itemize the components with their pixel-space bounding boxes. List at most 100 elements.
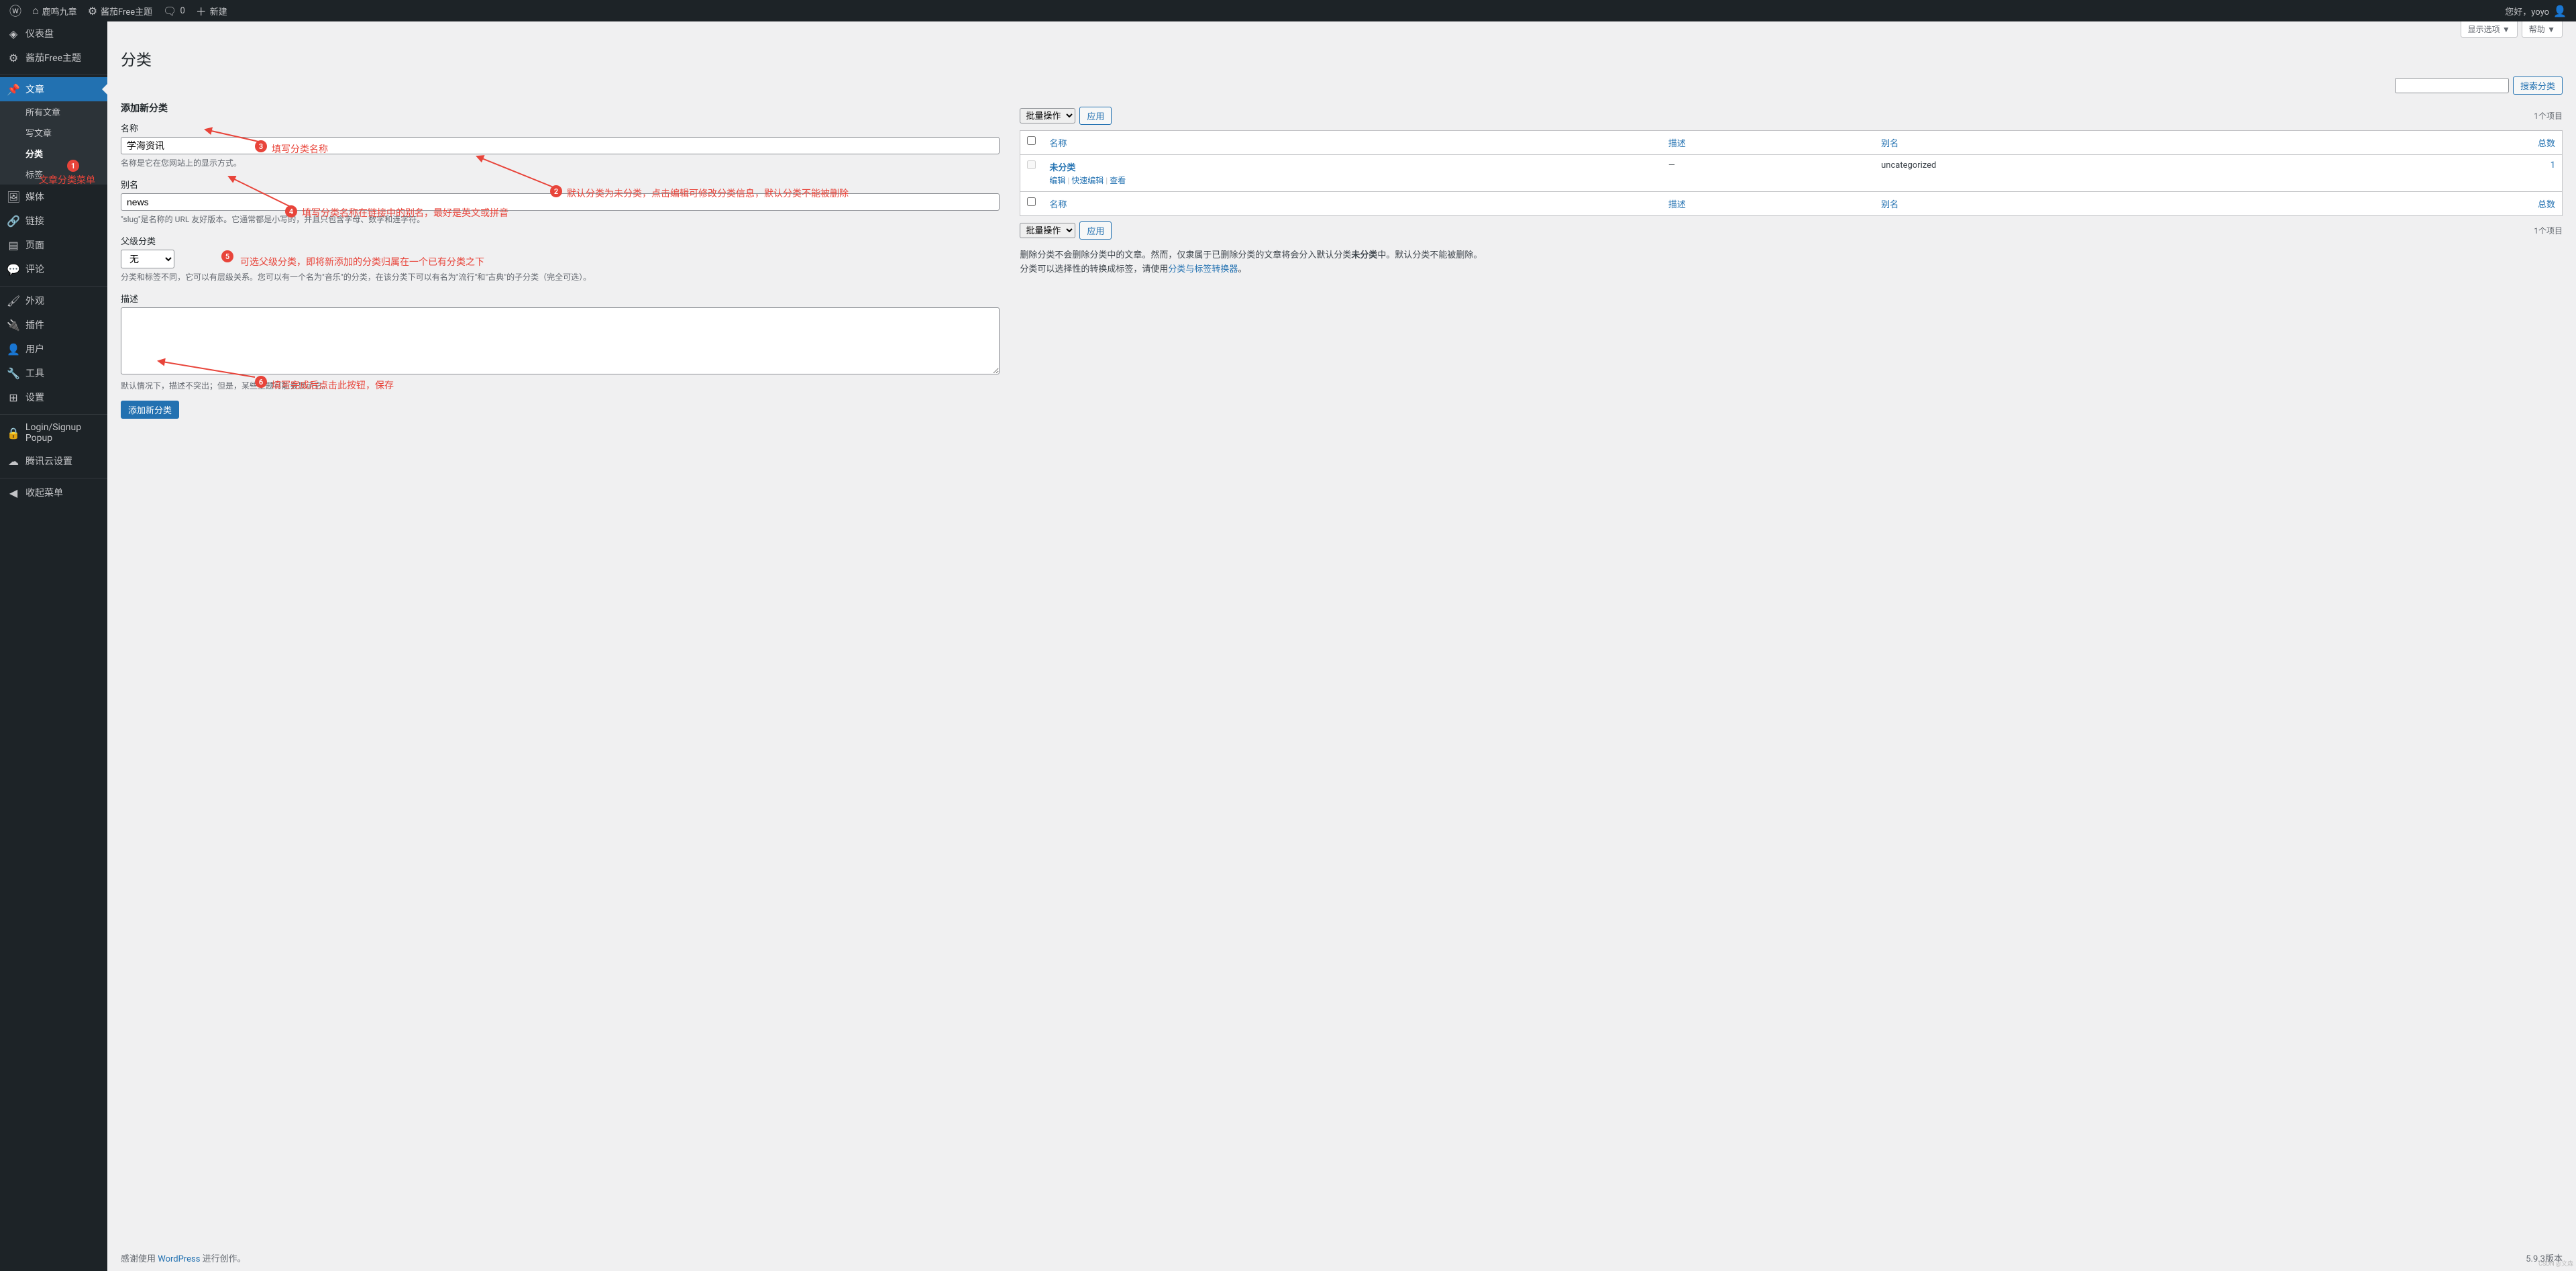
- admin-sidebar: ◈仪表盘 ⚙酱茄Free主题 📌文章 所有文章 写文章 分类 标签 🖼媒体 🔗链…: [0, 21, 107, 1271]
- bulk-action-select-top[interactable]: 批量操作: [1020, 108, 1075, 123]
- apply-button-top[interactable]: 应用: [1079, 107, 1112, 125]
- col-desc[interactable]: 描述: [1668, 139, 1686, 149]
- menu-users[interactable]: 👤用户: [0, 337, 107, 361]
- annotation-badge-4: 4: [285, 205, 297, 217]
- comments-link[interactable]: 🗨0: [158, 0, 191, 21]
- col-slug[interactable]: 别名: [1881, 139, 1898, 149]
- slug-input[interactable]: [121, 193, 1000, 211]
- footer: 感谢使用 WordPress 进行创作。 5.9.3版本: [107, 1245, 2576, 1271]
- new-link[interactable]: ＋新建: [191, 0, 233, 21]
- select-all-bottom[interactable]: [1027, 197, 1036, 206]
- annotation-badge-2: 2: [550, 185, 562, 197]
- delete-note: 删除分类不会删除分类中的文章。然而，仅隶属于已删除分类的文章将会分入默认分类未分…: [1020, 249, 2563, 277]
- parent-desc: 分类和标签不同，它可以有层级关系。您可以有一个名为"音乐"的分类，在该分类下可以…: [121, 271, 1000, 283]
- annotation-text-5: 可选父级分类，即将新添加的分类归属在一个已有分类之下: [240, 255, 484, 268]
- row-count[interactable]: 1: [2551, 160, 2555, 170]
- row-desc: —: [1662, 155, 1874, 192]
- gear-icon: ⚙: [88, 5, 97, 17]
- annotation-badge-1: 1: [67, 160, 79, 172]
- row-view[interactable]: 查看: [1110, 176, 1126, 185]
- slug-desc: "slug"是名称的 URL 友好版本。它通常都是小写的，并且只包含字母、数字和…: [121, 213, 1000, 225]
- annotation-text-3: 填写分类名称: [272, 142, 328, 156]
- screen-options-button[interactable]: 显示选项 ▼: [2461, 21, 2518, 38]
- annotation-badge-6: 6: [255, 376, 267, 388]
- sub-categories[interactable]: 分类: [0, 143, 107, 164]
- col-name[interactable]: 名称: [1049, 139, 1067, 149]
- row-title[interactable]: 未分类: [1049, 163, 1075, 173]
- bulk-action-select-bottom[interactable]: 批量操作: [1020, 223, 1075, 238]
- row-checkbox: [1027, 160, 1036, 169]
- sub-all-posts[interactable]: 所有文章: [0, 101, 107, 122]
- collapse-icon: ◀: [7, 487, 20, 499]
- row-quick-edit[interactable]: 快速编辑: [1071, 176, 1104, 185]
- name-input[interactable]: [121, 137, 1000, 154]
- comment-icon: 💬: [7, 263, 20, 276]
- menu-pages[interactable]: ▤页面: [0, 233, 107, 257]
- user-greeting[interactable]: 您好，yoyo👤: [2500, 0, 2572, 21]
- col-count-foot[interactable]: 总数: [2538, 200, 2555, 210]
- wrench-icon: 🔧: [7, 367, 20, 380]
- menu-login-popup[interactable]: 🔒Login/Signup Popup: [0, 417, 107, 449]
- annotation-text-2: 默认分类为未分类，点击编辑可修改分类信息，默认分类不能被删除: [567, 187, 849, 200]
- site-link[interactable]: ⌂鹿鸣九章: [27, 0, 83, 21]
- annotation-badge-5: 5: [221, 250, 233, 262]
- submenu-posts: 所有文章 写文章 分类 标签: [0, 101, 107, 185]
- help-button[interactable]: 帮助 ▼: [2522, 21, 2563, 38]
- annotation-text-1: 文章分类菜单: [39, 173, 95, 187]
- col-slug-foot[interactable]: 别名: [1881, 200, 1898, 210]
- col-count[interactable]: 总数: [2538, 139, 2555, 149]
- col-name-foot[interactable]: 名称: [1049, 200, 1067, 210]
- row-edit[interactable]: 编辑: [1049, 176, 1065, 185]
- user-icon: 👤: [7, 343, 20, 356]
- theme-link[interactable]: ⚙酱茄Free主题: [83, 0, 158, 21]
- admin-bar: ⓦ ⌂鹿鸣九章 ⚙酱茄Free主题 🗨0 ＋新建 您好，yoyo👤: [0, 0, 2576, 21]
- plus-icon: ＋: [196, 3, 207, 19]
- converter-link[interactable]: 分类与标签转换器: [1168, 264, 1238, 274]
- desc-desc: 默认情况下，描述不突出；但是，某些主题可能会显示它。: [121, 380, 1000, 391]
- wordpress-link[interactable]: WordPress: [158, 1254, 200, 1264]
- dashboard-icon: ◈: [7, 28, 20, 40]
- menu-tencent[interactable]: ☁腾讯云设置: [0, 449, 107, 473]
- menu-posts[interactable]: 📌文章: [0, 77, 107, 101]
- page-title: 分类: [121, 47, 2563, 70]
- menu-dashboard[interactable]: ◈仪表盘: [0, 21, 107, 46]
- plug-icon: 🔌: [7, 319, 20, 332]
- search-input[interactable]: [2395, 78, 2509, 93]
- wp-logo[interactable]: ⓦ: [4, 0, 27, 21]
- menu-settings[interactable]: ⊞设置: [0, 385, 107, 409]
- add-heading: 添加新分类: [121, 101, 1000, 115]
- name-desc: 名称是它在您网站上的显示方式。: [121, 157, 1000, 168]
- menu-theme[interactable]: ⚙酱茄Free主题: [0, 46, 107, 70]
- annotation-badge-3: 3: [255, 140, 267, 152]
- desc-label: 描述: [121, 292, 1000, 305]
- menu-collapse[interactable]: ◀收起菜单: [0, 480, 107, 505]
- parent-label: 父级分类: [121, 234, 1000, 247]
- desc-textarea[interactable]: [121, 307, 1000, 374]
- name-label: 名称: [121, 121, 1000, 134]
- apply-button-bottom[interactable]: 应用: [1079, 221, 1112, 240]
- brush-icon: 🖌: [7, 295, 20, 307]
- content-area: 显示选项 ▼ 帮助 ▼ 分类 搜索分类 添加新分类 名称 名称是它在您网站上的显…: [107, 0, 2576, 1271]
- menu-appearance[interactable]: 🖌外观: [0, 289, 107, 313]
- items-count-bottom: 1个项目: [2534, 225, 2563, 236]
- select-all-top[interactable]: [1027, 136, 1036, 145]
- row-slug: uncategorized: [1874, 155, 2347, 192]
- media-icon: 🖼: [7, 191, 20, 203]
- parent-select[interactable]: 无: [121, 250, 174, 268]
- home-icon: ⌂: [32, 4, 39, 17]
- menu-plugins[interactable]: 🔌插件: [0, 313, 107, 337]
- menu-tools[interactable]: 🔧工具: [0, 361, 107, 385]
- sub-new-post[interactable]: 写文章: [0, 122, 107, 143]
- menu-links[interactable]: 🔗链接: [0, 209, 107, 233]
- annotation-text-4: 填写分类名称在链接中的别名，最好是英文或拼音: [302, 206, 508, 219]
- sliders-icon: ⊞: [7, 391, 20, 404]
- col-desc-foot[interactable]: 描述: [1668, 200, 1686, 210]
- items-count-top: 1个项目: [2534, 110, 2563, 121]
- watermark: CSDN @文森: [2538, 1262, 2573, 1268]
- pin-icon: 📌: [7, 83, 20, 96]
- table-row: 未分类 编辑 | 快速编辑 | 查看 — uncategorized 1: [1020, 155, 2563, 192]
- menu-media[interactable]: 🖼媒体: [0, 185, 107, 209]
- search-button[interactable]: 搜索分类: [2513, 77, 2563, 95]
- menu-comments[interactable]: 💬评论: [0, 257, 107, 281]
- submit-button[interactable]: 添加新分类: [121, 401, 179, 419]
